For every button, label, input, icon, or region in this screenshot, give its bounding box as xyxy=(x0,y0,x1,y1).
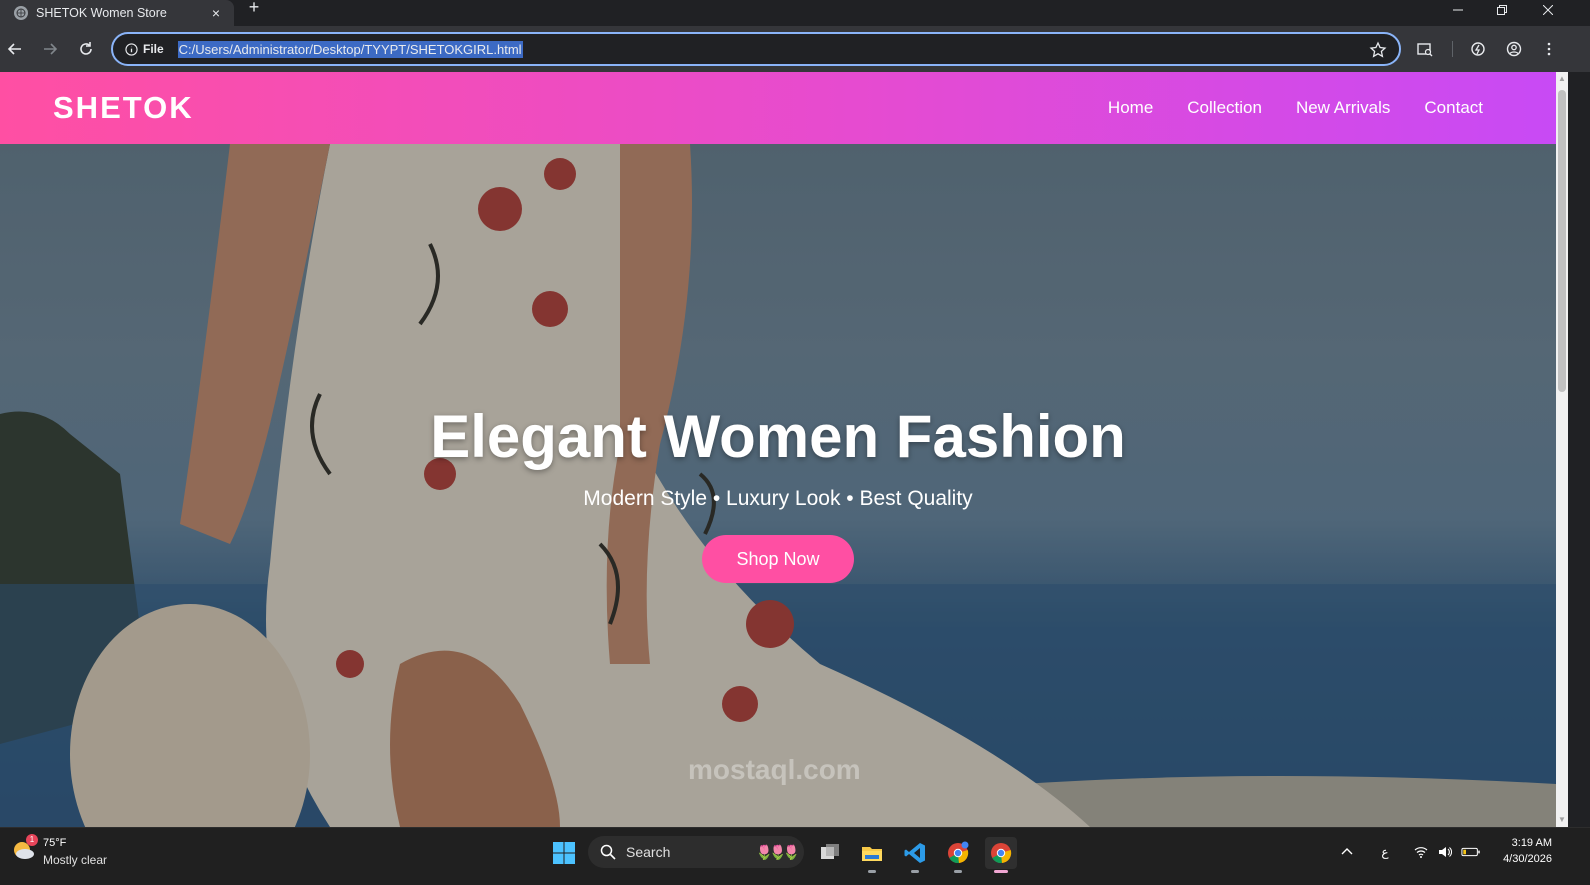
page-scrollbar[interactable]: ▲ ▼ xyxy=(1556,72,1568,827)
nav-link-home[interactable]: Home xyxy=(1108,98,1153,118)
chrome-icon xyxy=(991,843,1012,864)
weather-badge: 1 xyxy=(26,834,38,846)
reload-button[interactable] xyxy=(74,37,98,61)
scheme-chip[interactable]: File xyxy=(143,42,164,56)
tab-strip: SHETOK Women Store × + xyxy=(0,0,1590,26)
search-label: Search xyxy=(626,844,671,860)
reload-icon xyxy=(80,42,92,55)
speedometer-icon xyxy=(1471,42,1485,56)
restore-icon xyxy=(1497,5,1507,15)
nav-link-contact[interactable]: Contact xyxy=(1424,98,1483,118)
hero-subtitle: Modern Style • Luxury Look • Best Qualit… xyxy=(583,487,973,510)
show-hidden-icons-button[interactable] xyxy=(1338,841,1356,863)
chrome-profile-button[interactable] xyxy=(942,837,974,873)
scroll-thumb[interactable] xyxy=(1558,90,1566,392)
tab-title: SHETOK Women Store xyxy=(36,6,167,20)
taskbar: 1 75°F Mostly clear Search 🌷🌷🌷 ع 3:19 AM… xyxy=(0,827,1590,885)
new-tab-button[interactable]: + xyxy=(244,0,264,20)
watermark-text: mostaql.com xyxy=(688,754,861,785)
close-tab-icon[interactable]: × xyxy=(208,5,224,21)
weather-description[interactable]: Mostly clear xyxy=(43,853,107,867)
profile-button[interactable] xyxy=(1502,37,1526,61)
profile-icon xyxy=(1506,41,1522,57)
search-tabs-button[interactable] xyxy=(1413,37,1437,61)
taskbar-search[interactable]: Search 🌷🌷🌷 xyxy=(588,836,804,868)
active-indicator xyxy=(954,870,962,873)
minimize-button[interactable] xyxy=(1436,0,1480,20)
vscode-icon xyxy=(904,843,925,863)
window-edge xyxy=(1568,72,1590,827)
volume-button[interactable] xyxy=(1436,841,1454,863)
vscode-button[interactable] xyxy=(899,837,931,873)
chrome-icon xyxy=(948,841,969,864)
scroll-down-icon[interactable]: ▼ xyxy=(1558,816,1566,824)
hero-content: Elegant Women Fashion Modern Style • Lux… xyxy=(0,402,1556,583)
info-icon[interactable] xyxy=(124,42,138,56)
keyboard-language[interactable]: ع xyxy=(1376,841,1394,863)
url-text[interactable]: C:/Users/Administrator/Desktop/TYYPT/SHE… xyxy=(177,40,523,58)
browser-tab[interactable]: SHETOK Women Store × xyxy=(0,0,234,26)
clock-date[interactable]: 4/30/2026 xyxy=(1503,853,1552,865)
clock-time[interactable]: 3:19 AM xyxy=(1512,837,1552,849)
back-button[interactable] xyxy=(3,37,27,61)
battery-button[interactable] xyxy=(1460,841,1482,863)
shop-now-button[interactable]: Shop Now xyxy=(702,535,854,583)
nav-link-new-arrivals[interactable]: New Arrivals xyxy=(1296,98,1390,118)
active-indicator xyxy=(994,870,1008,873)
active-indicator xyxy=(868,870,876,873)
windows-logo-icon xyxy=(553,842,575,864)
performance-button[interactable] xyxy=(1466,37,1490,61)
main-nav: Home Collection New Arrivals Contact xyxy=(1108,98,1483,118)
chevron-up-icon xyxy=(1341,848,1353,855)
tulips-icon: 🌷🌷🌷 xyxy=(755,843,800,860)
arrow-right-icon xyxy=(44,43,58,55)
address-bar[interactable]: File C:/Users/Administrator/Desktop/TYYP… xyxy=(111,32,1401,66)
task-view-icon xyxy=(821,844,839,859)
forward-button[interactable] xyxy=(38,37,62,61)
site-logo[interactable]: SHETOK xyxy=(53,90,194,126)
menu-button[interactable] xyxy=(1537,37,1561,61)
site-header: SHETOK Home Collection New Arrivals Cont… xyxy=(0,72,1556,144)
kebab-menu-icon xyxy=(1547,42,1551,56)
file-explorer-button[interactable] xyxy=(856,837,888,873)
active-indicator xyxy=(911,870,919,873)
hero-section: Elegant Women Fashion Modern Style • Lux… xyxy=(0,144,1556,827)
arrow-left-icon xyxy=(7,43,21,55)
restore-button[interactable] xyxy=(1480,0,1524,20)
task-view-button[interactable] xyxy=(814,837,846,869)
globe-icon xyxy=(14,6,28,20)
hero-title: Elegant Women Fashion xyxy=(430,403,1126,470)
nav-link-collection[interactable]: Collection xyxy=(1187,98,1262,118)
page-viewport: SHETOK Home Collection New Arrivals Cont… xyxy=(0,72,1556,827)
tab-search-icon xyxy=(1417,43,1433,57)
scroll-up-icon[interactable]: ▲ xyxy=(1558,75,1566,83)
minimize-icon xyxy=(1453,9,1463,11)
speaker-icon xyxy=(1439,847,1452,857)
chrome-active-button[interactable] xyxy=(985,837,1017,873)
start-button[interactable] xyxy=(548,837,580,869)
weather-temp[interactable]: 75°F xyxy=(43,837,66,849)
wifi-button[interactable] xyxy=(1412,841,1430,863)
star-icon[interactable] xyxy=(1369,41,1387,59)
battery-icon xyxy=(1461,847,1480,857)
folder-icon xyxy=(862,847,882,861)
wifi-icon xyxy=(1414,847,1428,858)
browser-toolbar: File C:/Users/Administrator/Desktop/TYYP… xyxy=(0,26,1590,72)
close-icon xyxy=(1543,5,1553,15)
toolbar-divider xyxy=(1452,41,1453,57)
close-window-button[interactable] xyxy=(1526,0,1570,20)
search-icon xyxy=(600,844,616,860)
